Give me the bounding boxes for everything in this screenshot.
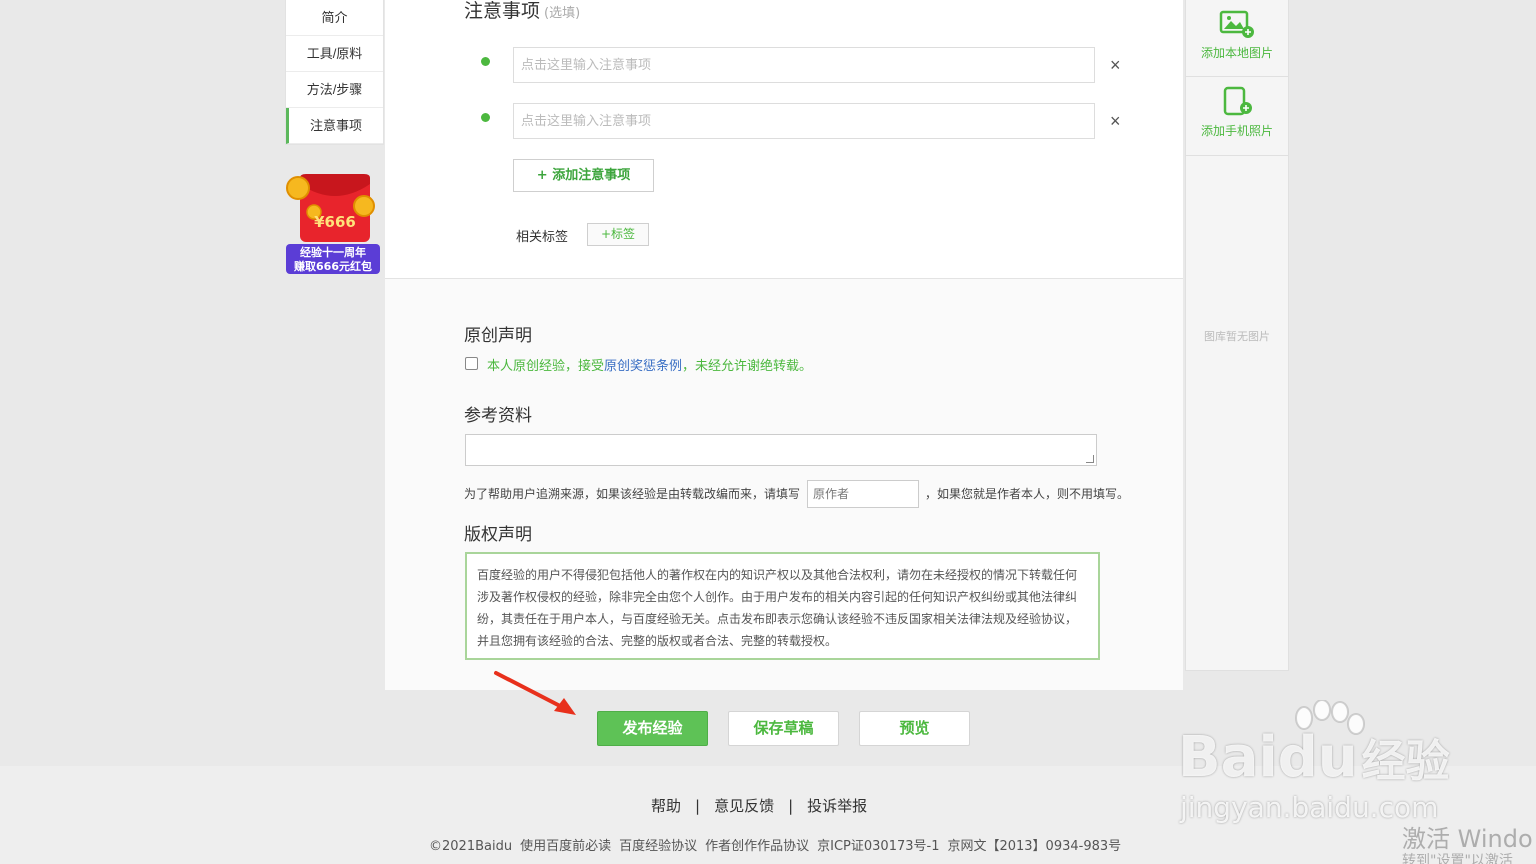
left-outline-nav: 简介 工具/原料 方法/步骤 注意事项 bbox=[285, 0, 384, 145]
original-author-input[interactable] bbox=[807, 480, 919, 508]
local-image-icon bbox=[1219, 10, 1254, 38]
footer-links: 帮助 | 意见反馈 | 投诉举报 bbox=[651, 797, 868, 815]
add-phone-photo-button[interactable]: 添加手机照片 bbox=[1186, 77, 1288, 156]
add-local-image-button[interactable]: 添加本地图片 bbox=[1186, 0, 1288, 77]
arrow-annotation-icon bbox=[494, 671, 576, 715]
nav-item-intro[interactable]: 简介 bbox=[286, 0, 383, 36]
bullet-dot-icon bbox=[481, 57, 490, 66]
windows-activate-line2: 转到"设置"以激活 bbox=[1402, 853, 1513, 864]
footer-link-help[interactable]: 帮助 bbox=[651, 797, 681, 815]
red-packet-icon: ¥666 经验十一周年 赚取666元红包 bbox=[286, 174, 380, 274]
nav-item-tools[interactable]: 工具/原料 bbox=[286, 36, 383, 72]
watermark-domain: jingyan.baidu.com bbox=[1180, 791, 1439, 824]
footer-link-author-agreement[interactable]: 作者创作作品协议 bbox=[705, 839, 809, 854]
related-tags-label: 相关标签 bbox=[516, 230, 569, 245]
phone-photo-icon bbox=[1223, 86, 1252, 116]
footer-link-report[interactable]: 投诉举报 bbox=[807, 797, 867, 815]
watermark-jingyan: 经验 bbox=[1361, 736, 1450, 787]
add-tag-button[interactable]: +标签 bbox=[587, 223, 649, 246]
add-note-button[interactable]: + 添加注意事项 bbox=[513, 159, 654, 192]
promo-line1: 经验十一周年 bbox=[300, 245, 366, 259]
reference-textarea[interactable] bbox=[465, 434, 1097, 466]
reference-title: 参考资料 bbox=[464, 406, 532, 426]
original-checkbox[interactable] bbox=[465, 357, 478, 370]
note-input-1[interactable] bbox=[513, 47, 1095, 83]
original-text-a: 本人原创经验，接受 bbox=[487, 359, 605, 374]
reference-hint-before: 为了帮助用户追溯来源，如果该经验是由转载改编而来，请填写 bbox=[464, 487, 801, 501]
footer-link-feedback[interactable]: 意见反馈 bbox=[714, 797, 774, 815]
promo-line2: 赚取666元红包 bbox=[293, 259, 372, 273]
library-empty-text: 图库暂无图片 bbox=[1204, 330, 1270, 343]
watermark-brand-du: du bbox=[1277, 725, 1358, 790]
footer-copyright: ©2021Baidu bbox=[429, 839, 513, 854]
reference-hint-after: ，如果您就是作者本人，则不用填写。 bbox=[925, 487, 1130, 501]
image-library-panel: 添加本地图片 添加手机照片 图库暂无图片 bbox=[1185, 0, 1289, 671]
original-statement: 本人原创经验，接受原创奖惩条例，未经允许谢绝转载。 bbox=[487, 355, 812, 374]
original-rules-link[interactable]: 原创奖惩条例 bbox=[604, 359, 682, 374]
nav-item-steps[interactable]: 方法/步骤 bbox=[286, 72, 383, 108]
footer-icp[interactable]: 京ICP证030173号-1 bbox=[817, 839, 939, 854]
footer-link-must-read[interactable]: 使用百度前必读 bbox=[520, 839, 611, 854]
watermark-brand: Baidu经验 bbox=[1178, 728, 1450, 792]
notes-optional-label: (选填) bbox=[544, 6, 581, 21]
publish-button[interactable]: 发布经验 bbox=[597, 711, 708, 746]
save-draft-button[interactable]: 保存草稿 bbox=[728, 711, 839, 746]
remove-note-2-close-icon[interactable]: × bbox=[1110, 112, 1121, 130]
promo-amount: ¥666 bbox=[314, 213, 356, 231]
nav-item-notes[interactable]: 注意事项 bbox=[286, 108, 383, 144]
declaration-section: 原创声明 本人原创经验，接受原创奖惩条例，未经允许谢绝转载。 参考资料 为了帮助… bbox=[385, 278, 1183, 690]
original-text-b: ，未经允许谢绝转载。 bbox=[682, 359, 813, 374]
copyright-text: 百度经验的用户不得侵犯包括他人的著作权在内的知识产权以及其他合法权利，请勿在未经… bbox=[465, 552, 1100, 660]
footer-legal: ©2021Baidu 使用百度前必读 百度经验协议 作者创作作品协议 京ICP证0301… bbox=[429, 835, 1129, 854]
remove-note-1-close-icon[interactable]: × bbox=[1110, 56, 1121, 74]
bullet-dot-icon bbox=[481, 113, 490, 122]
resize-grip-icon[interactable] bbox=[1086, 455, 1094, 463]
add-local-image-label: 添加本地图片 bbox=[1200, 46, 1273, 60]
notes-title: 注意事项 (选填) bbox=[464, 0, 580, 23]
baidu-jingyan-watermark: Baidu经验 jingyan.baidu.com bbox=[1178, 700, 1468, 830]
watermark-brand-bai: Bai bbox=[1178, 725, 1278, 790]
red-packet-promo[interactable]: ¥666 经验十一周年 赚取666元红包 bbox=[284, 172, 382, 284]
footer-link-agreement[interactable]: 百度经验协议 bbox=[619, 839, 697, 854]
preview-button[interactable]: 预览 bbox=[859, 711, 970, 746]
add-phone-photo-label: 添加手机照片 bbox=[1200, 124, 1273, 138]
windows-activate-line1: 激活 Windo bbox=[1402, 825, 1533, 853]
original-title: 原创声明 bbox=[464, 326, 532, 346]
footer-wenwang: 京网文【2013】0934-983号 bbox=[947, 839, 1122, 854]
copyright-title: 版权声明 bbox=[464, 525, 532, 545]
notes-title-text: 注意事项 bbox=[464, 0, 541, 22]
notes-section: 注意事项(选填) × × + 添加注意事项 相关标签 +标签 bbox=[385, 0, 1183, 278]
note-input-2[interactable] bbox=[513, 103, 1095, 139]
